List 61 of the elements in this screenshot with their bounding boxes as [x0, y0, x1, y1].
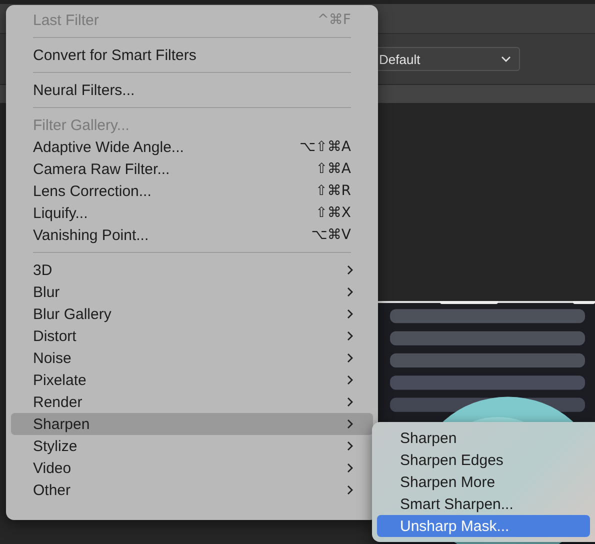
chevron-right-icon [347, 463, 353, 473]
menu-item[interactable]: Noise [11, 347, 373, 369]
shortcut-text: ^⌘F [317, 12, 351, 28]
chevron-right-icon [347, 397, 353, 407]
menu-item[interactable]: 3D [11, 259, 373, 281]
shortcut-text: ⌥⇧⌘A [300, 139, 351, 155]
menu-item[interactable]: Sharpen [11, 413, 373, 435]
chevron-right-icon [347, 441, 353, 451]
menu-item-label: Pixelate [33, 372, 86, 388]
chevron-right-icon [347, 331, 353, 341]
menu-item[interactable]: Neural Filters... [11, 79, 373, 101]
chevron-right-icon [347, 353, 353, 363]
menu-item-label: Stylize [33, 438, 78, 454]
chevron-right-icon [347, 485, 353, 495]
menu-item[interactable]: Distort [11, 325, 373, 347]
menu-item[interactable]: Convert for Smart Filters [11, 44, 373, 66]
menu-item[interactable]: Vanishing Point... ⌥⌘V [11, 224, 373, 246]
menu-item[interactable]: Camera Raw Filter... ⇧⌘A [11, 158, 373, 180]
menu-item-label: Video [33, 460, 72, 476]
menu-item[interactable]: Blur Gallery [11, 303, 373, 325]
menu-item[interactable]: Pixelate [11, 369, 373, 391]
menu-item-label: Other [33, 482, 71, 498]
chevron-right-icon [347, 265, 353, 275]
menu-item[interactable]: Stylize [11, 435, 373, 457]
menu-item-label: Neural Filters... [33, 82, 135, 98]
menu-item-label: Noise [33, 350, 72, 366]
menu-item[interactable]: Video [11, 457, 373, 479]
menu-item[interactable]: Sharpen [377, 427, 590, 449]
menu-item[interactable]: Smart Sharpen... [377, 493, 590, 515]
chevron-right-icon [347, 287, 353, 297]
chevron-right-icon [347, 309, 353, 319]
menu-item-label: Distort [33, 328, 76, 344]
menu-item[interactable]: Unsharp Mask... [377, 515, 590, 537]
menu-item-label: 3D [33, 262, 52, 278]
shortcut-text: ⇧⌘A [316, 161, 351, 177]
menu-item[interactable]: Lens Correction... ⇧⌘R [11, 180, 373, 202]
menu-item[interactable]: Sharpen Edges [377, 449, 590, 471]
menu-item-label: Sharpen [33, 416, 90, 432]
menu-item[interactable]: Render [11, 391, 373, 413]
menu-item-label: Adaptive Wide Angle... [33, 138, 184, 156]
menu-item[interactable]: Blur [11, 281, 373, 303]
menu-item-label: Lens Correction... [33, 182, 152, 200]
menu-item[interactable]: Adaptive Wide Angle... ⌥⇧⌘A [11, 136, 373, 158]
menu-item-label: Liquify... [33, 204, 88, 222]
menu-item-label: Camera Raw Filter... [33, 160, 170, 178]
chevron-right-icon [347, 375, 353, 385]
menu-item[interactable]: Other [11, 479, 373, 501]
menu-item-label: Blur Gallery [33, 306, 112, 322]
menu-item[interactable]: Liquify... ⇧⌘X [11, 202, 373, 224]
menu-item-label: Convert for Smart Filters [33, 46, 196, 64]
menu-item-label: Vanishing Point... [33, 226, 149, 244]
menu-item-label: Last Filter [33, 12, 99, 28]
shortcut-text: ⌥⌘V [311, 227, 351, 243]
chevron-down-icon [501, 56, 511, 62]
chevron-right-icon [347, 419, 353, 429]
menu-item-label: Render [33, 394, 82, 410]
menu-item[interactable]: Sharpen More [377, 471, 590, 493]
shortcut-text: ⇧⌘R [316, 183, 351, 199]
menu-item-label: Blur [33, 284, 60, 300]
shortcut-text: ⇧⌘X [316, 205, 351, 221]
menu-item-label: Filter Gallery... [33, 116, 130, 134]
